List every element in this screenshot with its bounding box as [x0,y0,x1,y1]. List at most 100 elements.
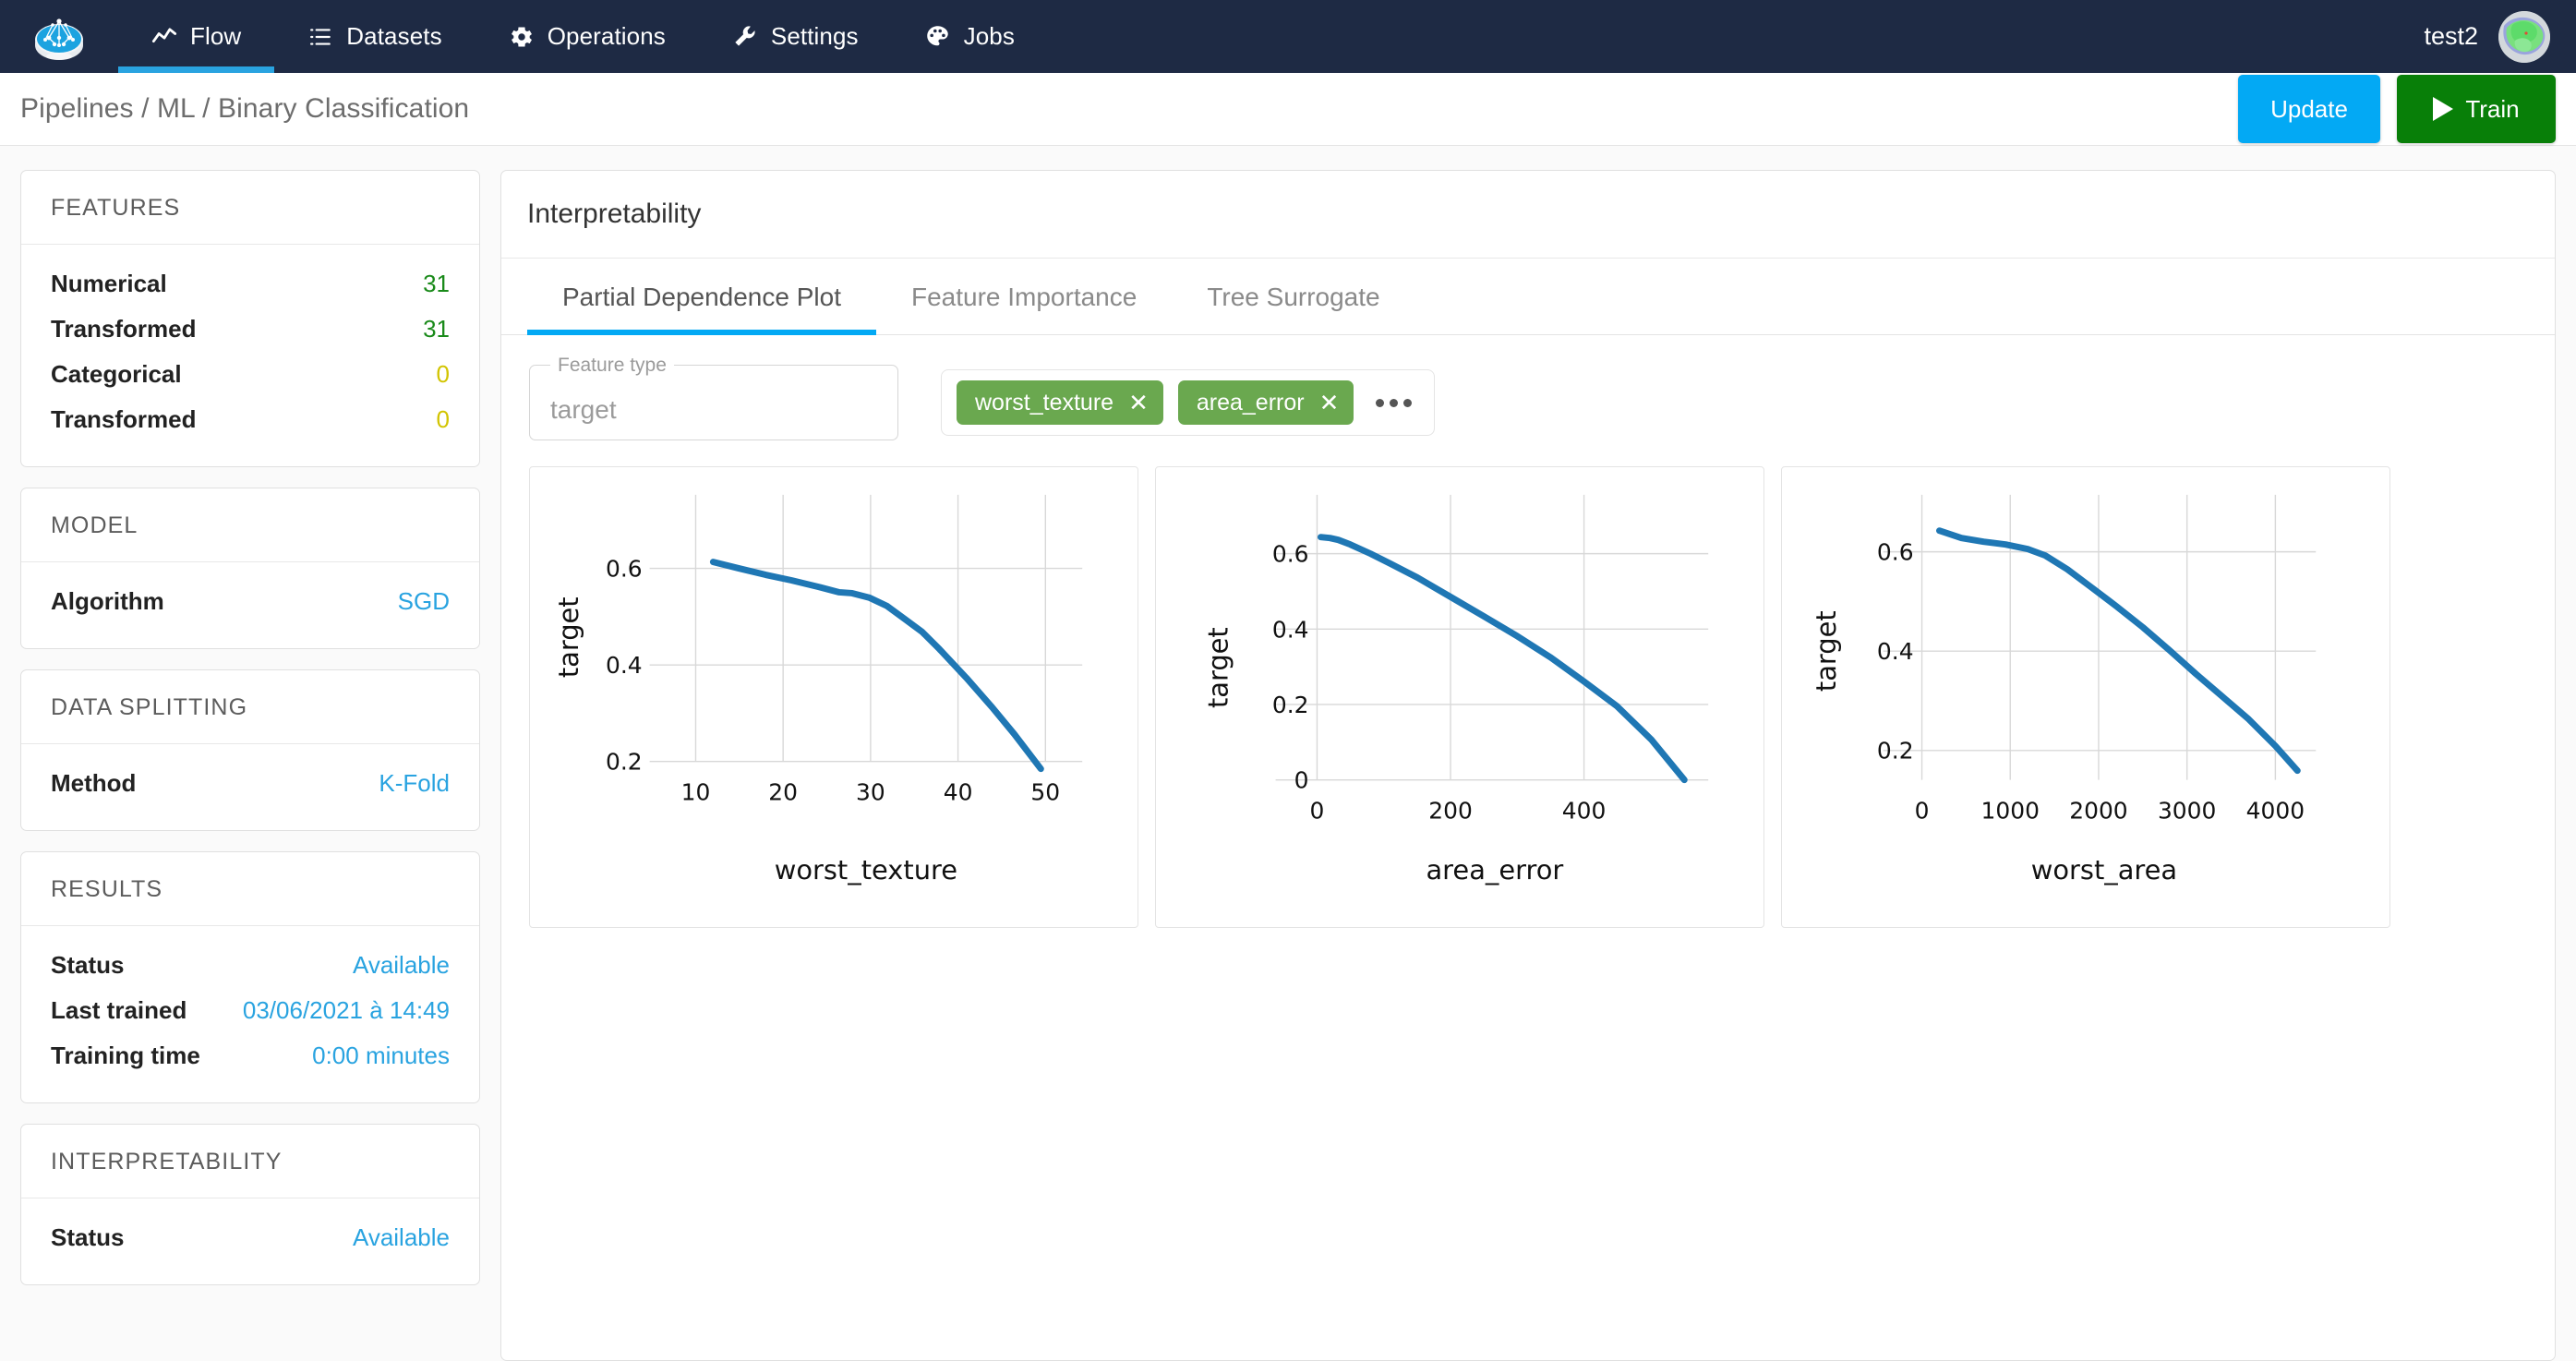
kv-row: Status Available [51,1215,450,1260]
top-navigation-bar: Flow Datasets Operations Settings Jobs t… [0,0,2576,73]
y-tick-labels: 0.6 0.4 0.2 [1877,539,1914,765]
y-tick: 0.6 [1272,541,1309,568]
x-tick: 400 [1562,797,1607,824]
avatar[interactable] [2498,10,2550,63]
features-card-body: Numerical 31 Transformed 31 Categorical … [21,245,479,466]
pdp-charts: 0.6 0.4 0.2 10 20 30 40 50 target worst_… [501,440,2555,928]
chip-label: worst_texture [975,389,1114,416]
nav-item-operations[interactable]: Operations [475,0,699,73]
x-tick: 3000 [2158,797,2216,824]
feature-type-field[interactable]: Feature type target [529,353,898,440]
row-key: Transformed [51,315,197,343]
tabs: Partial Dependence Plot Feature Importan… [501,259,2555,335]
kv-row: Last trained 03/06/2021 à 14:49 [51,988,450,1033]
row-key: Categorical [51,360,182,388]
app-logo[interactable] [0,12,118,62]
gridlines [1883,494,2317,780]
row-value[interactable]: K-Fold [379,769,450,798]
row-value: Available [352,951,450,979]
x-tick: 0 [1915,797,1930,824]
kv-row: Method K-Fold [51,761,450,806]
y-tick: 0.6 [606,556,643,583]
y-axis-label: target [1203,627,1234,708]
palette-icon [925,24,951,50]
tab-feature-importance[interactable]: Feature Importance [876,259,1172,334]
nav-item-settings[interactable]: Settings [699,0,892,73]
tab-partial-dependence-plot[interactable]: Partial Dependence Plot [527,259,876,335]
data-splitting-card: DATA SPLITTING Method K-Fold [20,669,480,831]
interpretability-card-body: Status Available [21,1198,479,1284]
y-tick: 0.4 [606,652,643,679]
x-axis-label: area_error [1426,854,1563,885]
row-value: 31 [423,270,450,297]
row-value[interactable]: SGD [398,587,450,616]
feature-chip-worst-texture[interactable]: worst_texture ✕ [957,380,1163,425]
y-tick: 0.6 [1877,539,1914,566]
gear-icon [509,24,535,50]
row-value: 0:00 minutes [312,1042,450,1069]
nav-label-operations: Operations [547,22,666,50]
x-tick: 200 [1428,797,1473,824]
kv-row: Training time 0:00 minutes [51,1033,450,1078]
nav-label-datasets: Datasets [346,22,442,50]
x-tick: 20 [768,779,798,806]
feature-chip-area-error[interactable]: area_error ✕ [1177,380,1354,425]
wrench-icon [732,24,758,50]
model-card-body: Algorithm SGD [21,562,479,648]
y-tick-labels: 0.6 0.4 0.2 0 [1272,541,1309,794]
interpretability-card: INTERPRETABILITY Status Available [20,1124,480,1285]
tab-label: Tree Surrogate [1207,283,1380,311]
breadcrumb-text: Pipelines / ML / Binary Classification [20,93,470,124]
row-key: Algorithm [51,587,164,615]
y-tick: 0.2 [1272,692,1309,718]
ellipsis-icon[interactable] [1368,398,1419,407]
y-tick: 0.4 [1877,638,1914,665]
y-tick: 0 [1294,767,1309,794]
play-icon [2433,97,2454,121]
list-icon [307,24,333,50]
feature-type-label: Feature type [550,353,674,379]
row-key: Last trained [51,996,187,1024]
user-area: test2 [2424,10,2576,63]
feature-type-value: target [550,395,617,424]
nav-items: Flow Datasets Operations Settings Jobs [118,0,1048,73]
x-tick-labels: 0 1000 2000 3000 4000 [1915,797,2305,824]
page-actions: Update Train [2238,75,2576,143]
results-card: RESULTS Status Available Last trained 03… [20,851,480,1103]
row-value: 0 [436,405,450,433]
results-card-title: RESULTS [21,852,479,926]
page-title: Interpretability [501,171,2555,259]
nav-label-settings: Settings [770,22,859,50]
nav-label-jobs: Jobs [963,22,1015,50]
update-button-label: Update [2270,94,2348,123]
x-axis-label: worst_texture [775,854,957,885]
row-key: Status [51,951,125,979]
nav-item-jobs[interactable]: Jobs [892,0,1048,73]
x-tick: 40 [944,779,973,806]
model-card: MODEL Algorithm SGD [20,488,480,649]
x-tick: 30 [856,779,885,806]
breadcrumb[interactable]: Pipelines / ML / Binary Classification [0,93,469,125]
x-tick: 0 [1310,797,1325,824]
x-tick-labels: 10 20 30 40 50 [681,779,1061,806]
x-tick: 10 [681,779,711,806]
x-tick: 1000 [1981,797,2040,824]
train-button[interactable]: Train [2397,75,2556,143]
pdp-chart-worst-area: 0.6 0.4 0.2 0 1000 2000 3000 4000 target… [1781,466,2390,928]
pdp-line-series [1317,534,1688,784]
update-button[interactable]: Update [2238,75,2380,143]
features-card: FEATURES Numerical 31 Transformed 31 Cat… [20,170,480,467]
features-card-title: FEATURES [21,171,479,245]
x-tick: 50 [1030,779,1060,806]
row-key: Status [51,1223,125,1251]
nav-item-datasets[interactable]: Datasets [274,0,475,73]
tab-tree-surrogate[interactable]: Tree Surrogate [1172,259,1414,334]
plot-controls: Feature type target worst_texture ✕ area… [501,335,2555,440]
kv-row: Algorithm SGD [51,579,450,624]
activity-line-icon [151,24,177,50]
x-tick-labels: 0 200 400 [1310,797,1607,824]
close-icon[interactable]: ✕ [1319,391,1340,415]
close-icon[interactable]: ✕ [1128,391,1149,415]
nav-item-flow[interactable]: Flow [118,0,275,73]
pdp-chart-worst-texture: 0.6 0.4 0.2 10 20 30 40 50 target worst_… [529,466,1138,928]
